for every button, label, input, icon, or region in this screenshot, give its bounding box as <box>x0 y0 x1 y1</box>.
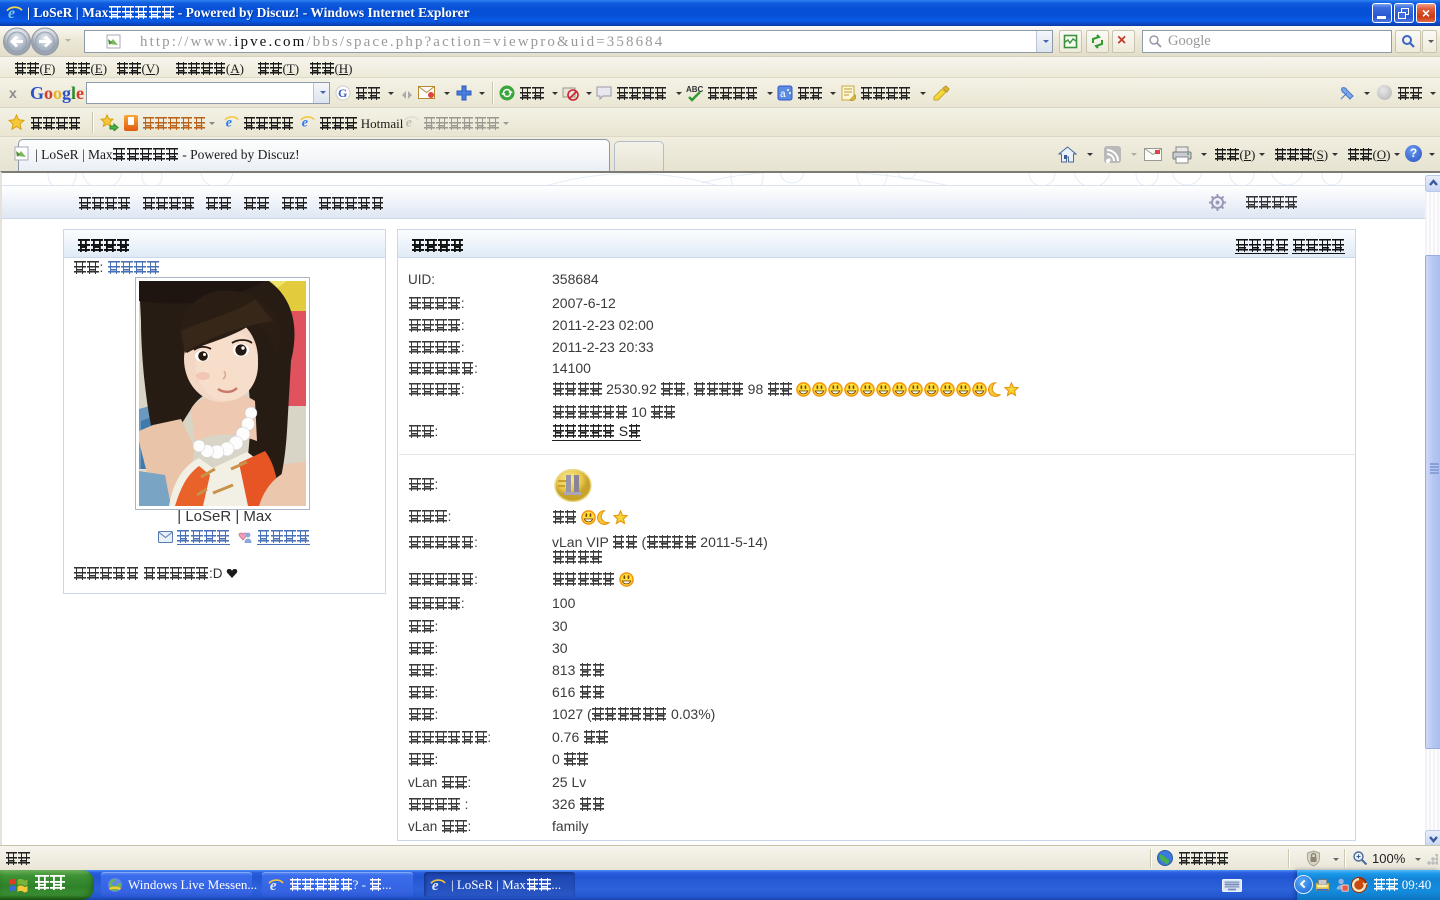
svg-text:a: a <box>780 89 786 100</box>
svg-text:G: G <box>338 86 347 100</box>
